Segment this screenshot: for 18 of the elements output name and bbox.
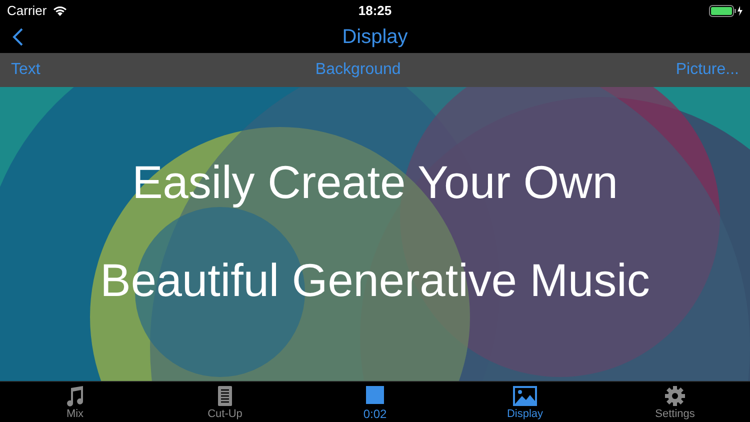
carrier-label: Carrier [7,3,47,18]
tab-button[interactable]: Settings [600,382,750,422]
tab-button[interactable]: Cut-Up [150,382,300,422]
clock-time: 18:25 [358,3,392,18]
back-icon[interactable] [12,27,24,47]
screen-title: Display [342,26,408,48]
picture-icon [513,384,537,406]
wifi-icon [52,4,68,16]
headline-text: Easily Create Your Own [132,155,618,209]
stop-icon [365,384,385,406]
headline-text: Beautiful Generative Music [100,253,650,307]
battery-icon [709,4,743,16]
document-icon [217,384,233,406]
tab-button[interactable]: Display [450,382,600,422]
tab-button[interactable]: Mix [0,382,150,422]
gear-icon [664,384,686,406]
stop-button[interactable]: 0:02 [300,382,450,422]
music-note-icon [65,384,85,406]
